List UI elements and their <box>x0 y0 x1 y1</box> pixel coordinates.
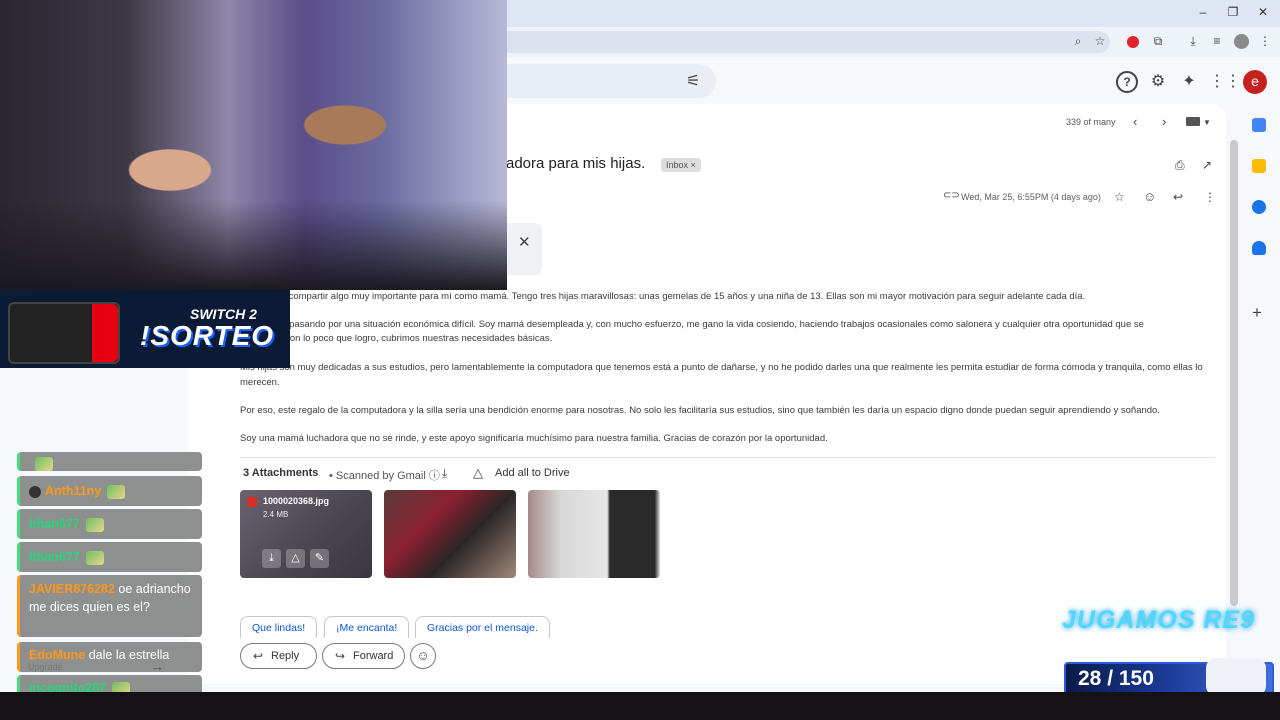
emoji-reaction-button[interactable]: ☺ <box>410 643 436 669</box>
print-icon[interactable]: ⎙ <box>1175 158 1185 173</box>
add-to-drive-icon[interactable]: △ <box>286 549 305 568</box>
newer-chevron-icon[interactable]: ‹ <box>1133 114 1137 129</box>
reply-icon[interactable]: ↩ <box>1173 190 1183 204</box>
body-paragraph: Mis hijas son muy dedicadas a sus estudi… <box>240 362 1203 388</box>
body-paragraph: Por eso, este regalo de la computadora y… <box>240 405 1160 416</box>
overlay-title: JUGAMOS RE9 <box>1062 606 1255 634</box>
add-addon-icon[interactable]: + <box>1252 303 1262 323</box>
restore-icon[interactable]: ❐ <box>1224 5 1242 19</box>
chat-username: JAVIER876282 <box>29 582 115 596</box>
attachment-thumbnail[interactable]: 1000020368.jpg 2.4 MB ⤓ △ ✎ <box>240 490 372 578</box>
chat-emote-icon <box>85 550 104 565</box>
help-icon[interactable]: ? <box>1116 71 1138 93</box>
star-icon[interactable]: ☆ <box>1114 190 1125 204</box>
chat-emote-icon <box>107 484 126 499</box>
reply-label: Reply <box>271 650 300 662</box>
open-new-window-icon[interactable]: ↗ <box>1202 158 1212 172</box>
attachment-thumbnail[interactable] <box>528 490 660 578</box>
attachment-filesize: 2.4 MB <box>263 510 289 519</box>
browser-profile-icon[interactable] <box>1234 34 1249 49</box>
scrollbar[interactable] <box>1230 140 1238 606</box>
webcam-shadow <box>0 200 507 290</box>
emoji-react-icon[interactable]: ☺ <box>1143 189 1156 204</box>
image-file-icon <box>247 497 257 507</box>
forward-label: Forward <box>353 650 394 662</box>
body-paragraph: te estamos pasando por una situación eco… <box>240 319 1144 330</box>
body-paragraph: Hoy quiero compartir algo muy importante… <box>240 291 1086 302</box>
chat-badge-icon <box>29 485 41 498</box>
bottom-strip <box>0 692 1280 720</box>
tasks-icon[interactable] <box>1252 200 1266 214</box>
attachment-clip-icon: ⊂⊃ <box>943 190 960 201</box>
switch-joycon-image <box>92 304 118 362</box>
chat-emote-icon <box>85 517 104 532</box>
divider <box>240 457 1215 458</box>
arrow-right-icon: → <box>150 658 164 674</box>
reading-list-icon[interactable]: ≡ <box>1208 34 1226 48</box>
pagination-count: 339 of many <box>1066 117 1116 127</box>
gmail-sidebar <box>0 368 188 458</box>
body-paragraph: Soy una mamá luchadora que no se rinde, … <box>240 433 828 444</box>
keep-icon[interactable] <box>1252 159 1266 173</box>
attachments-title: 3 Attachments <box>243 467 319 479</box>
extension-badge-icon[interactable] <box>1127 36 1139 48</box>
download-icon[interactable]: ⤓ <box>262 549 281 568</box>
smart-reply-chip[interactable]: Gracias por el mensaje. <box>415 616 550 638</box>
reply-button[interactable]: ↩ Reply <box>240 643 317 669</box>
input-tools-icon[interactable] <box>1186 117 1200 126</box>
chat-message: ithan677 <box>17 509 202 539</box>
forward-icon: ↪ <box>335 649 346 663</box>
older-chevron-icon[interactable]: › <box>1162 114 1166 129</box>
email-subject: adora para mis hijas. <box>506 155 646 172</box>
reply-icon: ↩ <box>253 649 264 663</box>
apps-grid-icon[interactable]: ⋮⋮ <box>1209 71 1241 93</box>
chat-emote-icon <box>35 456 53 471</box>
more-options-icon[interactable]: ⋮ <box>1204 190 1216 204</box>
smart-reply-chip[interactable]: Que lindas! <box>240 616 318 638</box>
screen: – ❐ ✕ ⌕ ☆ ⧉ ⤓ ≡ ⋮ ⚟ ? ⚙ ✦ ⋮⋮ e 339 of ma… <box>0 0 1280 720</box>
mascot-badge-icon <box>1206 658 1266 696</box>
drive-add-icon[interactable]: △ <box>473 465 483 481</box>
account-avatar[interactable]: e <box>1243 70 1267 94</box>
smart-reply-chip[interactable]: ¡Me encanta! <box>324 616 410 638</box>
attachment-filename: 1000020368.jpg <box>263 496 330 506</box>
message-date: Wed, Mar 25, 6:55PM (4 days ago) <box>961 192 1101 202</box>
scanned-by-gmail: • Scanned by Gmail ⓘ <box>329 470 440 482</box>
chat-username: ithan677 <box>29 517 80 531</box>
add-all-to-drive-link[interactable]: Add all to Drive <box>495 467 570 479</box>
forward-button[interactable]: ↪ Forward <box>322 643 405 669</box>
close-window-icon[interactable]: ✕ <box>1254 5 1272 19</box>
chat-username: Anth11ny <box>45 484 102 498</box>
side-panel <box>1240 104 1280 684</box>
search-input[interactable] <box>480 64 716 98</box>
goal-counter: 28 / 150 <box>1078 667 1154 690</box>
close-icon[interactable]: ✕ <box>518 233 531 251</box>
chat-message: ithan677 <box>17 542 202 572</box>
body-paragraph: Con lo poco que logro, cubrimos nuestras… <box>283 333 553 344</box>
gemini-sparkle-icon[interactable]: ✦ <box>1178 71 1200 93</box>
download-all-icon[interactable]: ⤓ <box>442 466 447 481</box>
chat-message <box>17 452 202 471</box>
attachment-thumbnail[interactable] <box>384 490 516 578</box>
browser-menu-icon[interactable]: ⋮ <box>1256 34 1274 48</box>
minimize-icon[interactable]: – <box>1194 5 1212 19</box>
contacts-icon[interactable] <box>1252 241 1266 255</box>
edit-icon[interactable]: ✎ <box>310 549 329 568</box>
zoom-icon[interactable]: ⌕ <box>1069 34 1087 49</box>
calendar-icon[interactable] <box>1252 118 1266 132</box>
giveaway-title: !SORTEO <box>140 320 275 351</box>
chat-message: Anth11ny <box>17 476 202 506</box>
chat-message: JAVIER876282 oe adriancho me dices quien… <box>17 575 202 637</box>
chat-username: EdoMune <box>29 648 86 662</box>
upgrade-link[interactable]: Upgrade <box>28 662 63 672</box>
input-tools-dropdown-icon[interactable]: ▼ <box>1203 118 1211 127</box>
settings-gear-icon[interactable]: ⚙ <box>1147 71 1169 93</box>
chat-username: ithan677 <box>29 550 80 564</box>
inbox-label-chip[interactable]: Inbox × <box>661 158 701 172</box>
bookmark-star-icon[interactable]: ☆ <box>1091 34 1109 48</box>
search-filter-icon[interactable]: ⚟ <box>686 71 700 91</box>
extensions-icon[interactable]: ⧉ <box>1149 34 1167 49</box>
download-icon[interactable]: ⤓ <box>1184 34 1202 49</box>
